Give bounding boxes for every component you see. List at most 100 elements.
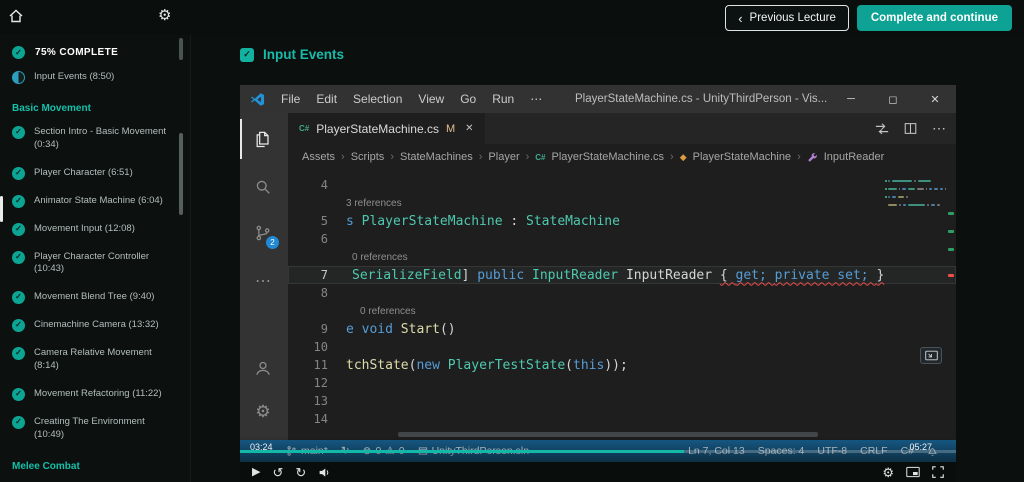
tab-playerstatemachine[interactable]: C# PlayerStateMachine.cs M ✕	[288, 113, 485, 144]
chevron-left-icon: ‹	[738, 10, 743, 26]
explorer-icon[interactable]	[240, 119, 284, 159]
codelens-row[interactable]: 3 references	[288, 194, 956, 212]
check-icon: ✓	[12, 126, 25, 139]
fullscreen-icon[interactable]	[932, 466, 944, 478]
codelens-row[interactable]: 0 references	[288, 302, 956, 320]
menu-edit[interactable]: Edit	[308, 85, 345, 113]
seek-bar[interactable]	[240, 450, 956, 453]
tab-close-icon[interactable]: ✕	[465, 123, 473, 134]
forward-icon[interactable]: ↻	[295, 466, 306, 479]
chevron-right-icon: ›	[525, 151, 530, 163]
minimap-line	[888, 176, 946, 178]
lecture-label: Cinemachine Camera (13:32)	[34, 319, 159, 331]
minimap-line	[888, 200, 946, 202]
minimap-line	[888, 184, 946, 186]
sidebar-item[interactable]: ✓ Movement Refactoring (11:22)	[0, 380, 190, 408]
window-title: PlayerStateMachine.cs - UnityThirdPerson…	[575, 93, 828, 105]
split-editor-icon[interactable]	[904, 122, 917, 135]
lecture-label: Player Character Controller (10:43)	[34, 250, 150, 275]
sidebar-item[interactable]: ✓ Movement Input (12:08)	[0, 215, 190, 243]
lecture-check-icon: ✓	[240, 47, 254, 62]
in-progress-icon	[12, 71, 25, 84]
code-line: 7 SerializeField] public InputReader Inpu…	[288, 266, 956, 284]
chevron-right-icon: ›	[341, 151, 345, 163]
breadcrumb-item[interactable]: Player	[488, 151, 519, 163]
home-button[interactable]	[8, 8, 24, 27]
settings-gear-button[interactable]: ⚙	[158, 6, 171, 24]
account-icon[interactable]	[240, 348, 286, 388]
chevron-right-icon: ›	[670, 151, 674, 163]
breadcrumb-item[interactable]: StateMachines	[400, 151, 473, 163]
minimap-line	[885, 180, 946, 182]
lecture-title: Input Events	[263, 47, 345, 62]
lecture-label: Player Character (6:51)	[34, 166, 133, 178]
pip-button[interactable]	[920, 347, 942, 364]
code-line: 14	[313, 412, 328, 426]
tab-bar: C# PlayerStateMachine.cs M ✕ ⋯	[288, 113, 956, 144]
minimap[interactable]	[882, 176, 947, 220]
maximize-icon[interactable]: ◻	[872, 85, 914, 113]
horizontal-scrollbar[interactable]	[398, 432, 818, 437]
menu-go[interactable]: Go	[452, 85, 484, 113]
sidebar-item[interactable]: ✓ Player Character (6:51)	[0, 159, 190, 187]
menu-view[interactable]: View	[410, 85, 452, 113]
search-icon[interactable]	[240, 167, 286, 207]
settings-icon[interactable]: ⚙	[882, 466, 894, 479]
check-icon: ✓	[12, 250, 25, 264]
code-editor[interactable]: 4 3 references 5 s PlayerStateMachine : Sta…	[288, 170, 956, 440]
source-control-icon[interactable]: 2	[240, 213, 286, 253]
check-icon: ✓	[12, 415, 25, 429]
sidebar-item[interactable]: ✓ Player Character Controller (10:43)	[0, 243, 190, 284]
breadcrumb-item[interactable]: Assets	[302, 151, 335, 163]
minimap-line	[888, 212, 946, 214]
sidebar-item[interactable]: ✓ Movement Blend Tree (9:40)	[0, 283, 190, 311]
code-line: 6	[320, 232, 328, 246]
window-controls: ─ ◻ ✕	[830, 85, 956, 113]
lecture-label: Movement Blend Tree (9:40)	[34, 291, 155, 303]
code-line: 4	[320, 178, 328, 192]
sidebar-item[interactable]: ✓ Animator State Machine (6:04)	[0, 187, 190, 215]
compare-changes-icon[interactable]	[875, 122, 889, 136]
progress-label: 75% COMPLETE	[35, 46, 119, 58]
chevron-right-icon: ›	[478, 151, 483, 163]
codelens-row[interactable]: 0 references	[288, 248, 956, 266]
more-views-icon[interactable]: ⋯	[240, 261, 286, 301]
scrollbar-thumb[interactable]	[179, 38, 183, 60]
sidebar-item[interactable]: ✓ Creating The Environment (10:49)	[0, 408, 190, 449]
menu-file[interactable]: File	[273, 85, 308, 113]
menu-run[interactable]: Run	[484, 85, 522, 113]
sidebar-scrollbar[interactable]	[179, 35, 183, 482]
breadcrumb-item[interactable]: Scripts	[351, 151, 385, 163]
home-icon	[9, 9, 23, 23]
more-actions-icon[interactable]: ⋯	[932, 120, 946, 137]
menu-selection[interactable]: Selection	[345, 85, 410, 113]
code-line: 13	[313, 394, 328, 408]
minimize-icon[interactable]: ─	[830, 85, 872, 113]
pip-icon[interactable]	[906, 466, 920, 478]
breadcrumb: Assets › Scripts › StateMachines › Playe…	[288, 144, 956, 170]
code-line: 10	[313, 340, 328, 354]
player-controls: ▶ ↺ ↻ ⚙	[240, 462, 956, 482]
close-icon[interactable]: ✕	[914, 85, 956, 113]
scrollbar-thumb[interactable]	[179, 133, 183, 215]
minimap-line	[888, 208, 946, 210]
breadcrumb-item[interactable]: PlayerStateMachine.cs	[552, 151, 665, 163]
sidebar-item[interactable]: ✓ Section Intro - Basic Movement (0:34)	[0, 118, 190, 159]
chevron-right-icon: ›	[797, 151, 801, 163]
play-button[interactable]: ▶	[252, 466, 260, 478]
volume-icon[interactable]	[318, 466, 331, 479]
minimap-line	[888, 192, 946, 194]
sidebar-item[interactable]: ✓ Camera Relative Movement (8:14)	[0, 339, 190, 380]
breadcrumb-item[interactable]: PlayerStateMachine	[693, 151, 791, 163]
sidebar-item[interactable]: ✓Section Intro - Melee Combat (0:25)	[0, 476, 190, 482]
sidebar-item-input-events[interactable]: Input Events (8:50)	[0, 63, 190, 91]
manage-gear-icon[interactable]: ⚙	[240, 392, 286, 432]
breadcrumb-item[interactable]: InputReader	[824, 151, 885, 163]
previous-lecture-button[interactable]: ‹ Previous Lecture	[725, 5, 849, 31]
previous-lecture-label: Previous Lecture	[749, 12, 836, 24]
menu-more-icon[interactable]: ⋯	[522, 85, 550, 113]
complete-and-continue-button[interactable]: Complete and continue	[856, 5, 1012, 31]
video-player[interactable]: File Edit Selection View Go Run ⋯ Player…	[240, 85, 956, 482]
rewind-icon[interactable]: ↺	[272, 466, 283, 479]
sidebar-item[interactable]: ✓ Cinemachine Camera (13:32)	[0, 311, 190, 339]
